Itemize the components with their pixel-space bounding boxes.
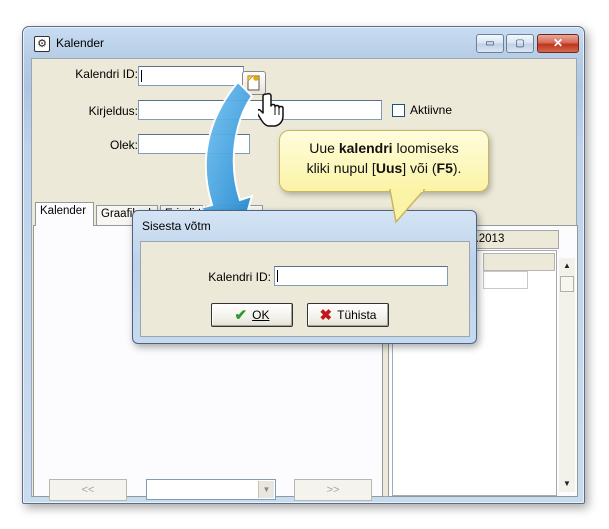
description-label: Kirjeldus: (88, 104, 138, 118)
ok-button[interactable]: ✔ OK (211, 303, 293, 327)
title-bar[interactable]: ⚙ Kalender ▭ ▢ ✕ (23, 27, 584, 57)
vertical-scrollbar[interactable]: ▲ ▼ (559, 258, 575, 492)
chevron-down-icon[interactable]: ▼ (258, 481, 274, 498)
dialog-text-caret (277, 270, 278, 282)
callout-text: loomiseks (392, 140, 459, 156)
callout-text: ] või ( (402, 160, 437, 176)
scroll-down-icon[interactable]: ▼ (559, 476, 575, 492)
callout-bold-text: F5 (436, 160, 453, 176)
next-button[interactable]: >> (294, 479, 372, 501)
dialog-calendar-id-label: Kalendri ID: (208, 270, 271, 284)
cancel-button[interactable]: ✖ Tühista (307, 303, 389, 327)
cancel-label: Tühista (337, 308, 377, 322)
window-title: Kalender (56, 36, 105, 50)
prev-button[interactable]: << (49, 479, 127, 501)
instruction-callout: Uue kalendri loomiseks kliki nupul [Uus]… (279, 130, 489, 192)
scroll-up-icon[interactable]: ▲ (559, 258, 575, 274)
hand-cursor-icon (258, 92, 284, 127)
callout-text: ). (452, 160, 462, 176)
new-document-icon (247, 75, 260, 91)
callout-text: Uue (309, 140, 339, 156)
enter-key-dialog: Sisesta võtm Kalendri ID: ✔ OK ✖ Tühista (132, 210, 477, 344)
maximize-button[interactable]: ▢ (506, 34, 534, 53)
dialog-title: Sisesta võtm (142, 219, 211, 233)
callout-text: kliki nupul [ (306, 160, 376, 176)
close-button[interactable]: ✕ (537, 34, 579, 53)
checkmark-icon: ✔ (234, 307, 248, 324)
scroll-thumb[interactable] (560, 276, 574, 292)
dialog-calendar-id-input[interactable] (274, 266, 448, 286)
calendar-app-icon: ⚙ (34, 36, 50, 52)
active-label: Aktiivne (410, 103, 453, 117)
dialog-client-area: Kalendri ID: ✔ OK ✖ Tühista (140, 241, 470, 337)
grid-header-cell (483, 253, 555, 271)
grid-cell[interactable] (483, 271, 528, 289)
tab-kalender[interactable]: Kalender (35, 202, 94, 226)
callout-line-2: kliki nupul [Uus] või (F5). (280, 158, 488, 178)
callout-bold-text: Uus (375, 160, 403, 176)
callout-line-1: Uue kalendri loomiseks (280, 138, 488, 158)
callout-bold-text: kalendri (338, 140, 393, 156)
status-label: Olek: (109, 138, 138, 152)
period-select[interactable]: ▼ (146, 479, 276, 500)
cross-icon: ✖ (319, 307, 333, 324)
text-caret (141, 70, 142, 82)
active-checkbox[interactable] (392, 104, 405, 117)
ok-label: OK (252, 308, 270, 322)
callout-tail (389, 189, 426, 224)
status-field (138, 134, 250, 154)
calendar-id-input[interactable] (138, 66, 244, 86)
calendar-id-label: Kalendri ID: (75, 67, 138, 81)
minimize-button[interactable]: ▭ (476, 34, 504, 53)
